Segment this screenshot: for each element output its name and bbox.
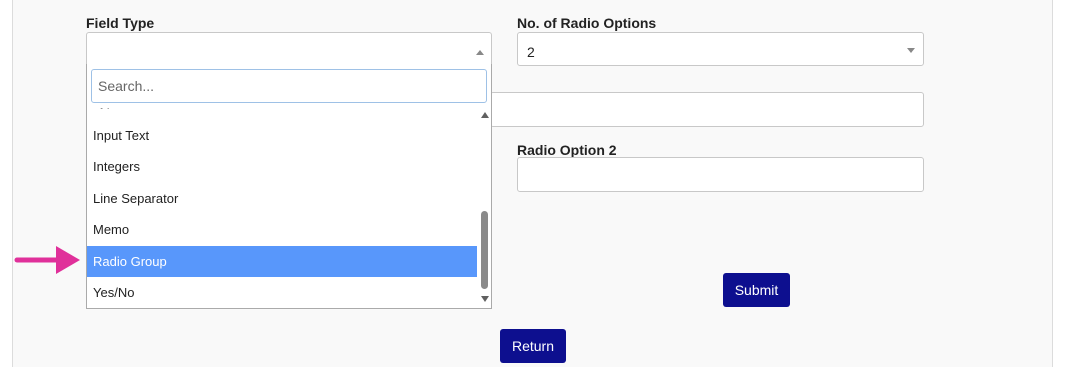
option-line-separator[interactable]: Line Separator — [87, 183, 477, 214]
option-integers[interactable]: Integers — [87, 151, 477, 182]
dropdown-search-input[interactable] — [91, 69, 487, 103]
field-type-label: Field Type — [86, 15, 155, 31]
scroll-down-icon[interactable] — [481, 296, 489, 302]
submit-button[interactable]: Submit — [723, 273, 790, 307]
annotation-arrow-icon — [14, 246, 80, 274]
scroll-up-icon[interactable] — [481, 112, 489, 118]
radio-option-2-label: Radio Option 2 — [517, 142, 617, 158]
dropdown-options-list: Type Input Text Integers Line Separator … — [87, 108, 477, 308]
caret-down-icon — [907, 48, 915, 53]
radio-options-count-select[interactable]: 2 — [517, 32, 924, 66]
radio-option-2-input[interactable] — [517, 157, 924, 192]
radio-options-count-label: No. of Radio Options — [517, 15, 657, 31]
caret-up-icon — [476, 50, 484, 55]
radio-options-count-value: 2 — [527, 44, 535, 60]
partial-option: Type — [93, 108, 121, 109]
dropdown-scrollbar[interactable] — [477, 108, 491, 308]
return-button[interactable]: Return — [500, 329, 566, 363]
field-type-dropdown: Type Input Text Integers Line Separator … — [86, 64, 492, 309]
option-input-text[interactable]: Input Text — [87, 120, 477, 151]
option-yes-no[interactable]: Yes/No — [87, 277, 477, 308]
radio-option-1-input[interactable] — [490, 92, 924, 127]
option-memo[interactable]: Memo — [87, 214, 477, 245]
option-radio-group[interactable]: Radio Group — [87, 246, 477, 277]
field-type-select[interactable] — [86, 32, 492, 65]
scrollbar-thumb[interactable] — [481, 211, 488, 289]
